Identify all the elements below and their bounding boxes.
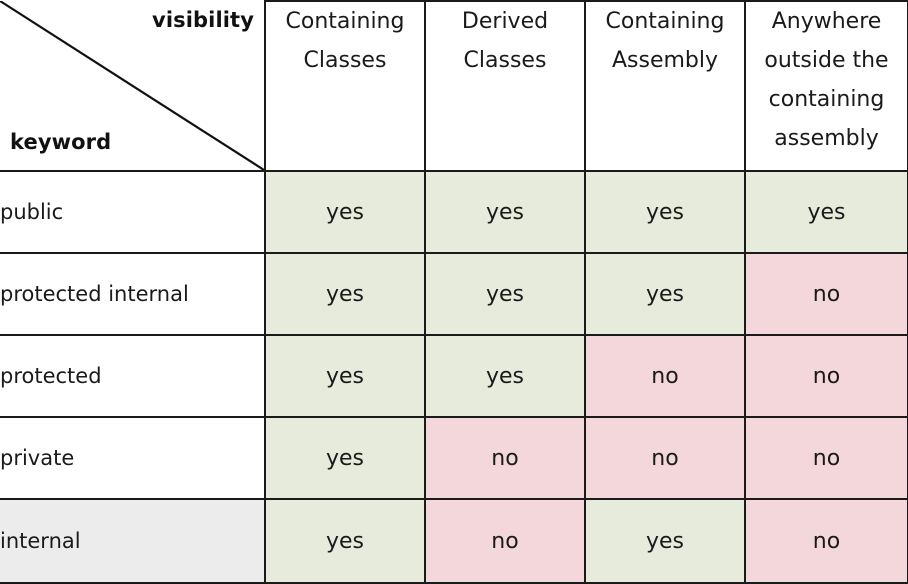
column-header-containing-assembly: Containing Assembly — [584, 0, 746, 172]
cell-protected-containing-classes: yes — [264, 334, 426, 418]
column-header-anywhere-outside-assembly: Anywhere outside the containing assembly — [744, 0, 908, 172]
table-row: internal yes no yes no — [0, 498, 908, 584]
cell-protected-internal-containing-classes: yes — [264, 252, 426, 336]
visibility-table-container: visibility keyword Containing Classes De… — [0, 0, 908, 584]
table-row: protected internal yes yes yes no — [0, 252, 908, 336]
cell-protected-internal-anywhere-outside: no — [744, 252, 908, 336]
cell-internal-anywhere-outside: no — [744, 498, 908, 584]
row-label-internal: internal — [0, 498, 266, 584]
access-modifier-visibility-table: visibility keyword Containing Classes De… — [0, 0, 908, 584]
cell-private-containing-assembly: no — [584, 416, 746, 500]
row-label-public: public — [0, 170, 266, 254]
column-header-derived-classes: Derived Classes — [424, 0, 586, 172]
table-header-row: visibility keyword Containing Classes De… — [0, 0, 908, 172]
cell-internal-containing-classes: yes — [264, 498, 426, 584]
table-row: protected yes yes no no — [0, 334, 908, 418]
corner-axis-header: visibility keyword — [0, 1, 266, 172]
row-label-private: private — [0, 416, 266, 500]
column-axis-label: visibility — [152, 8, 254, 32]
cell-protected-derived-classes: yes — [424, 334, 586, 418]
cell-internal-containing-assembly: yes — [584, 498, 746, 584]
row-label-protected-internal: protected internal — [0, 252, 266, 336]
cell-public-anywhere-outside: yes — [744, 170, 908, 254]
cell-public-containing-assembly: yes — [584, 170, 746, 254]
cell-private-derived-classes: no — [424, 416, 586, 500]
cell-internal-derived-classes: no — [424, 498, 586, 584]
cell-protected-internal-containing-assembly: yes — [584, 252, 746, 336]
row-axis-label: keyword — [10, 129, 112, 154]
cell-protected-internal-derived-classes: yes — [424, 252, 586, 336]
cell-private-anywhere-outside: no — [744, 416, 908, 500]
cell-private-containing-classes: yes — [264, 416, 426, 500]
table-row: private yes no no no — [0, 416, 908, 500]
column-header-containing-classes: Containing Classes — [264, 0, 426, 172]
cell-public-derived-classes: yes — [424, 170, 586, 254]
cell-protected-containing-assembly: no — [584, 334, 746, 418]
table-row: public yes yes yes yes — [0, 170, 908, 254]
cell-public-containing-classes: yes — [264, 170, 426, 254]
row-label-protected: protected — [0, 334, 266, 418]
cell-protected-anywhere-outside: no — [744, 334, 908, 418]
